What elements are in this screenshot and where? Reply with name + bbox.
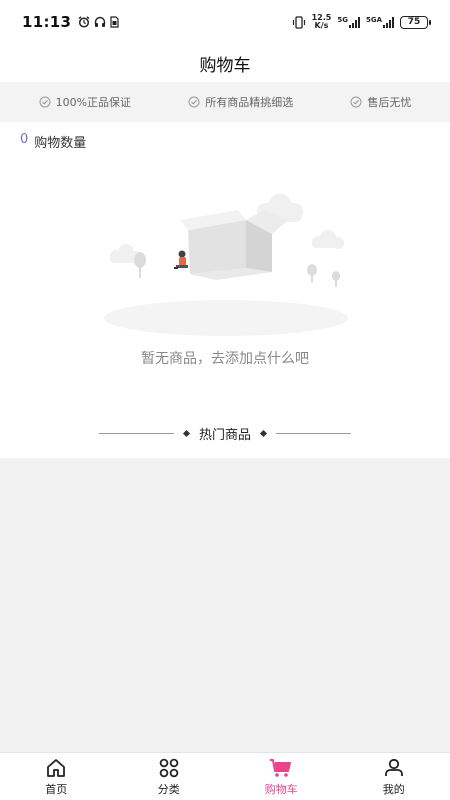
tab-label: 我的 (382, 782, 405, 796)
cart-content: 0 购物数量 暂无商品，去添加点什么吧 热门商品 (0, 122, 450, 458)
guarantee-bar: 100%正品保证 所有商品精挑细选 售后无忧 (0, 82, 450, 122)
check-circle-icon (39, 96, 51, 108)
empty-cart-illustration (104, 194, 348, 336)
tab-label: 购物车 (264, 782, 298, 796)
sim-card-icon (110, 16, 119, 28)
headphones-icon (95, 16, 106, 27)
tab-home[interactable]: 首页 (0, 753, 113, 800)
user-icon (384, 758, 403, 776)
guarantee-label: 所有商品精挑细选 (205, 96, 294, 109)
page-title: 购物车 (199, 55, 251, 76)
hot-products-title: 热门商品 (198, 428, 251, 443)
hot-products-divider: 热门商品 (0, 424, 450, 443)
status-time: 11:13 (22, 13, 72, 31)
alarm-icon (78, 16, 90, 28)
bottom-tab-bar: 首页 分类 购物车 我的 (0, 752, 450, 800)
signal-5g: 5G (337, 16, 360, 28)
cart-icon (270, 758, 292, 777)
tab-category[interactable]: 分类 (113, 753, 226, 800)
check-circle-icon (188, 96, 200, 108)
guarantee-label: 100%正品保证 (55, 96, 132, 109)
cart-count-label: 购物数量 (34, 136, 87, 151)
signal-5ga: 5GA (366, 16, 394, 28)
divider-line (276, 433, 351, 434)
page-header: 购物车 (0, 44, 450, 82)
cart-count: 0 购物数量 (20, 132, 86, 151)
tab-profile[interactable]: 我的 (338, 753, 450, 800)
empty-message: 暂无商品，去添加点什么吧 (141, 351, 309, 367)
guarantee-item: 100%正品保证 (39, 94, 131, 110)
cart-count-number: 0 (20, 132, 29, 147)
home-icon (47, 758, 66, 777)
diamond-icon (259, 429, 268, 438)
network-speed: 12.5 K/s (311, 13, 332, 30)
tab-label: 首页 (45, 782, 68, 796)
diamond-icon (182, 429, 191, 438)
battery-icon: 75 (400, 15, 431, 29)
guarantee-label: 售后无忧 (367, 96, 412, 109)
check-circle-icon (350, 96, 362, 108)
tab-cart[interactable]: 购物车 (225, 753, 338, 800)
signal-bars-icon (348, 16, 360, 28)
tab-label: 分类 (157, 782, 180, 796)
guarantee-item: 售后无忧 (350, 94, 411, 110)
vibrate-icon (292, 15, 305, 29)
signal-bars-icon (383, 16, 394, 28)
divider-line (98, 433, 174, 434)
guarantee-item: 所有商品精挑细选 (188, 94, 293, 110)
status-bar: 11:13 12.5 K/s 5G 5GA 75 (0, 0, 450, 44)
grid-icon (159, 758, 179, 777)
